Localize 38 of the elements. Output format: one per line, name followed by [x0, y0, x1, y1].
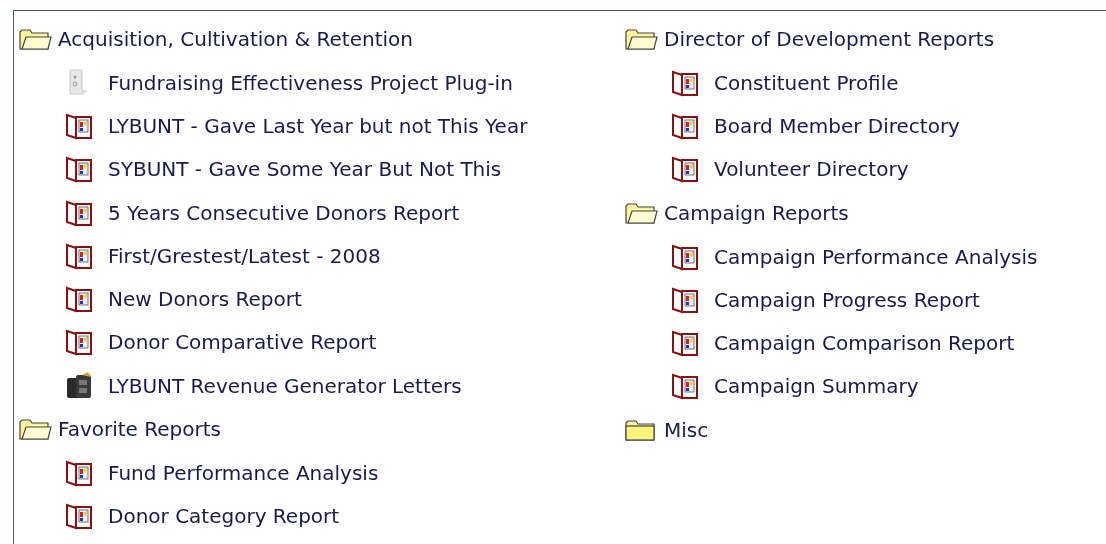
folder-label[interactable]: Favorite Reports: [58, 414, 221, 445]
report-label[interactable]: Constituent Profile: [714, 67, 899, 98]
report-label[interactable]: Volunteer Directory: [714, 154, 909, 185]
report-label[interactable]: Campaign Summary: [714, 371, 919, 402]
report-label[interactable]: 5 Years Consecutive Donors Report: [108, 197, 460, 228]
folder-label[interactable]: Acquisition, Cultivation & Retention: [58, 24, 413, 54]
report-book-icon: [64, 459, 94, 487]
report-label[interactable]: First/Grestest/Latest - 2008: [108, 240, 381, 271]
report-label[interactable]: Fundraising Effectiveness Project Plug-in: [108, 67, 513, 98]
report-book-icon: [64, 241, 94, 270]
report-label[interactable]: Board Member Directory: [714, 110, 960, 141]
report-book-icon: [64, 155, 94, 184]
report-label[interactable]: SYBUNT - Gave Some Year But Not This: [108, 154, 502, 185]
report-book-icon: [64, 198, 94, 227]
report-book-icon: [670, 372, 700, 401]
report-book-icon: [64, 328, 94, 357]
report-book-icon: [670, 329, 700, 358]
report-book-icon: [670, 242, 700, 271]
report-label[interactable]: Donor Category Report: [108, 501, 340, 532]
report-book-icon: [670, 68, 700, 97]
report-book-icon: [64, 502, 94, 531]
report-book-icon: [670, 155, 700, 184]
report-label[interactable]: Campaign Comparison Report: [714, 328, 1015, 359]
folder-label[interactable]: Campaign Reports: [664, 197, 849, 228]
report-book-icon: [64, 111, 94, 140]
folder-label[interactable]: Director of Development Reports: [664, 24, 995, 54]
report-label[interactable]: LYBUNT - Gave Last Year but not This Year: [108, 110, 528, 141]
folder-label[interactable]: Misc: [664, 415, 709, 446]
report-label[interactable]: Campaign Performance Analysis: [714, 241, 1038, 272]
report-book-icon: [64, 285, 94, 314]
report-label[interactable]: New Donors Report: [108, 284, 302, 315]
report-label[interactable]: Donor Comparative Report: [108, 327, 377, 358]
report-label[interactable]: Fund Performance Analysis: [108, 458, 379, 488]
file-cabinet-icon: [64, 371, 94, 400]
report-book-icon: [670, 111, 700, 140]
report-label[interactable]: LYBUNT Revenue Generator Letters: [108, 370, 462, 401]
report-book-icon: [670, 285, 700, 314]
report-label[interactable]: Campaign Progress Report: [714, 284, 980, 315]
